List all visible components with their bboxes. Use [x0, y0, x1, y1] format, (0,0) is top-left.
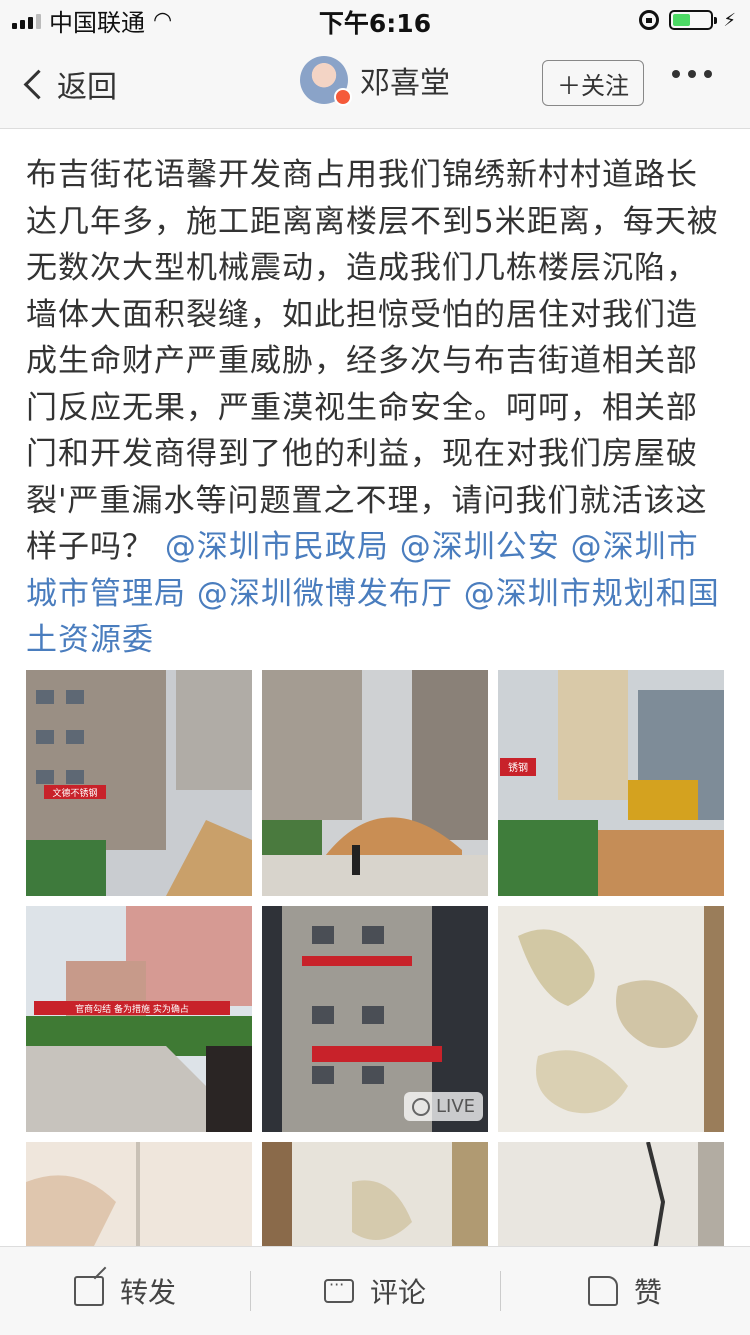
mention-link[interactable]: @深圳微博发布厅	[197, 576, 453, 612]
bottom-toolbar: 转发 评论 赞	[0, 1246, 750, 1335]
comment-label: 评论	[369, 1276, 426, 1309]
photo-thumbnail[interactable]: LIVE	[262, 906, 488, 1132]
battery-icon	[669, 10, 718, 30]
follow-button[interactable]: ＋关注	[542, 60, 644, 106]
user-header[interactable]: 邓喜堂	[300, 56, 450, 106]
orientation-lock-icon	[639, 10, 660, 30]
status-right: ⚡	[639, 6, 736, 34]
live-photo-icon	[412, 1097, 430, 1116]
mention-link[interactable]: @深圳公安	[400, 529, 560, 565]
photo-thumbnail[interactable]	[498, 906, 724, 1132]
live-label: LIVE	[436, 1096, 476, 1117]
back-label: 返回	[57, 70, 117, 105]
banner-text: 官商勾结 备为措施 实为确占	[75, 1003, 189, 1015]
banner-text: 锈钢	[508, 761, 528, 774]
back-button[interactable]: 返回	[20, 62, 117, 106]
photo-thumbnail[interactable]: 锈钢	[498, 670, 724, 896]
post-body: 布吉街花语馨开发商占用我们锦绣新村村道路长达几年多，施工距离离楼层不到5米距离，…	[26, 157, 719, 565]
status-bar: 中国联通 ◠ 下午6:16 ⚡	[0, 0, 750, 40]
mention-link[interactable]: @深圳市民政局	[165, 529, 389, 565]
avatar[interactable]	[300, 56, 352, 106]
nav-bar: 返回 邓喜堂 ＋关注	[0, 40, 750, 129]
status-time: 下午6:16	[318, 9, 432, 38]
thumbs-up-icon	[587, 1276, 618, 1306]
repost-button[interactable]: 转发	[0, 1247, 250, 1335]
photo-thumbnail[interactable]: 文德不锈钢	[26, 670, 252, 896]
repost-label: 转发	[119, 1276, 176, 1309]
charging-icon: ⚡	[723, 9, 736, 31]
post-text: 布吉街花语馨开发商占用我们锦绣新村村道路长达几年多，施工距离离楼层不到5米距离，…	[26, 152, 726, 664]
comment-button[interactable]: 评论	[250, 1247, 500, 1335]
more-options-icon[interactable]	[672, 70, 712, 78]
like-label: 赞	[633, 1276, 662, 1309]
share-icon	[73, 1276, 104, 1306]
like-button[interactable]: 赞	[500, 1247, 750, 1335]
username[interactable]: 邓喜堂	[360, 58, 450, 102]
photo-thumbnail[interactable]: 官商勾结 备为措施 实为确占	[26, 906, 252, 1132]
chevron-left-icon	[23, 69, 54, 99]
comment-icon	[323, 1275, 354, 1303]
photo-thumbnail[interactable]	[498, 1142, 724, 1246]
photo-thumbnail[interactable]	[26, 1142, 252, 1246]
banner-text: 文德不锈钢	[52, 787, 97, 799]
photo-thumbnail[interactable]	[262, 670, 488, 896]
live-photo-badge: LIVE	[404, 1092, 484, 1121]
verified-badge-icon	[334, 88, 352, 106]
photo-thumbnail[interactable]	[262, 1142, 488, 1246]
